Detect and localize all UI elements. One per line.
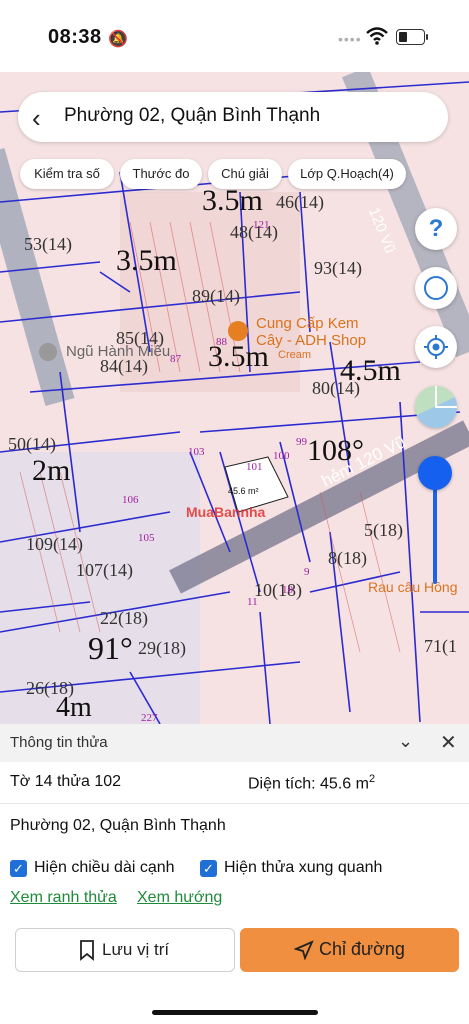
parcel-label: 29(18) bbox=[138, 638, 186, 658]
checkbox-edge-length[interactable]: ✓ bbox=[10, 860, 27, 877]
map-dim: 2m bbox=[32, 454, 71, 487]
directions-label: Chỉ đường bbox=[319, 939, 405, 959]
parcel-info-sheet: Thông tin thửa ⌄ ✕ Tờ 14 thửa 102 Diện t… bbox=[0, 724, 469, 1024]
sheet-title: Thông tin thửa bbox=[10, 734, 108, 751]
parcel-number: 87 bbox=[170, 353, 181, 365]
map-dim: 91° bbox=[88, 630, 133, 666]
map-dim: 3.5m bbox=[116, 244, 177, 277]
bookmark-icon bbox=[80, 940, 94, 961]
parcel-number: 11 bbox=[247, 596, 258, 608]
poi-label: Rau câu Hồng bbox=[368, 579, 458, 595]
chip-chu-giai[interactable]: Chú giải bbox=[208, 159, 282, 189]
parcel-label: 71(1 bbox=[424, 636, 457, 656]
signal-dots-icon: •••• bbox=[338, 31, 362, 47]
parcel-label: 8(18) bbox=[328, 548, 367, 568]
parcel-number: 88 bbox=[216, 336, 227, 348]
watermark: MuaBannha bbox=[186, 504, 266, 520]
parcel-label: 89(14) bbox=[192, 286, 240, 306]
close-icon[interactable]: ✕ bbox=[440, 730, 457, 755]
area-value: Diện tích: 45.6 m2 bbox=[248, 773, 375, 793]
parcel-number: 103 bbox=[188, 446, 205, 458]
status-bar: 08:38 🔕 •••• bbox=[0, 0, 469, 72]
parcel-label: 46(14) bbox=[276, 192, 324, 212]
parcel-number: 121 bbox=[253, 219, 270, 231]
parcel-label: 93(14) bbox=[314, 258, 362, 278]
bell-muted-icon: 🔕 bbox=[108, 31, 128, 48]
home-indicator bbox=[152, 1010, 318, 1015]
save-location-button[interactable]: Lưu vị trí bbox=[15, 928, 235, 972]
directions-button[interactable]: Chỉ đường bbox=[240, 928, 459, 972]
chevron-down-icon[interactable]: ⌄ bbox=[398, 731, 413, 752]
status-time: 08:38 bbox=[48, 26, 102, 48]
parcel-number: 99 bbox=[296, 436, 307, 448]
wifi-icon bbox=[366, 27, 388, 45]
help-icon[interactable]: ? bbox=[415, 208, 457, 250]
checkbox-neighbor-parcels-label: Hiện thửa xung quanh bbox=[224, 859, 383, 876]
parcel-label: 50(14) bbox=[8, 434, 56, 454]
parcel-label: 107(14) bbox=[76, 560, 133, 580]
navigate-icon bbox=[294, 940, 314, 960]
map-dim: 3.5m bbox=[202, 184, 263, 217]
divider bbox=[0, 803, 469, 804]
parcel-number: 100 bbox=[273, 450, 290, 462]
back-chevron-icon[interactable]: ‹ bbox=[32, 103, 41, 134]
compass-icon[interactable] bbox=[415, 267, 457, 309]
sheet-header: Thông tin thửa ⌄ ✕ bbox=[0, 724, 469, 762]
opacity-slider-knob[interactable] bbox=[418, 456, 452, 490]
parcel-number: 10 bbox=[282, 584, 293, 596]
area-unit-sup: 2 bbox=[368, 773, 376, 785]
page-title: Phường 02, Quận Bình Thạnh bbox=[64, 105, 321, 126]
area-text: Diện tích: 45.6 m bbox=[248, 775, 369, 793]
parcel-label: 5(18) bbox=[364, 520, 403, 540]
location-header: ‹ Phường 02, Quận Bình Thạnh bbox=[18, 92, 448, 142]
save-location-label: Lưu vị trí bbox=[102, 940, 170, 959]
link-view-boundary[interactable]: Xem ranh thửa bbox=[10, 889, 117, 907]
parcel-label: 10(18) bbox=[254, 580, 302, 600]
parcel-label: 22(18) bbox=[100, 608, 148, 628]
checkbox-edge-length-label: Hiện chiều dài cạnh bbox=[34, 859, 175, 876]
chip-thuoc-do[interactable]: Thước đo bbox=[120, 159, 202, 189]
chip-lop-quy-hoach[interactable]: Lớp Q.Hoạch(4) bbox=[288, 159, 406, 189]
street-label: 120 Vũ bbox=[364, 205, 399, 256]
area-label: 45.6 m² bbox=[228, 486, 259, 496]
poi-label: Ngũ Hành Miếu bbox=[66, 343, 171, 360]
parcel-label: 26(18) bbox=[26, 678, 74, 698]
parcel-label: 80(14) bbox=[312, 378, 360, 398]
layer-opacity-icon[interactable] bbox=[415, 386, 457, 428]
poi-label: Cung Cấp Kem bbox=[256, 315, 359, 332]
parcel-label: 53(14) bbox=[24, 234, 72, 254]
poi-label: Cây - ADH Shop bbox=[256, 332, 367, 349]
parcel-number: 9 bbox=[304, 566, 310, 578]
parcel-number: 227 bbox=[141, 712, 158, 724]
checkbox-neighbor-parcels[interactable]: ✓ bbox=[200, 860, 217, 877]
sheet-number: Tờ 14 thửa 102 bbox=[10, 773, 122, 790]
poi-label: Cream bbox=[278, 349, 312, 361]
battery-icon bbox=[396, 29, 428, 45]
parcel-number: 101 bbox=[246, 461, 263, 473]
parcel-address: Phường 02, Quận Bình Thạnh bbox=[10, 817, 226, 834]
parcel-number: 106 bbox=[122, 494, 139, 506]
link-view-direction[interactable]: Xem hướng bbox=[137, 889, 222, 907]
locate-icon[interactable] bbox=[415, 326, 457, 368]
parcel-label: 109(14) bbox=[26, 534, 83, 554]
chip-kiem-tra-so[interactable]: Kiểm tra số bbox=[20, 159, 114, 189]
parcel-number: 105 bbox=[138, 532, 155, 544]
